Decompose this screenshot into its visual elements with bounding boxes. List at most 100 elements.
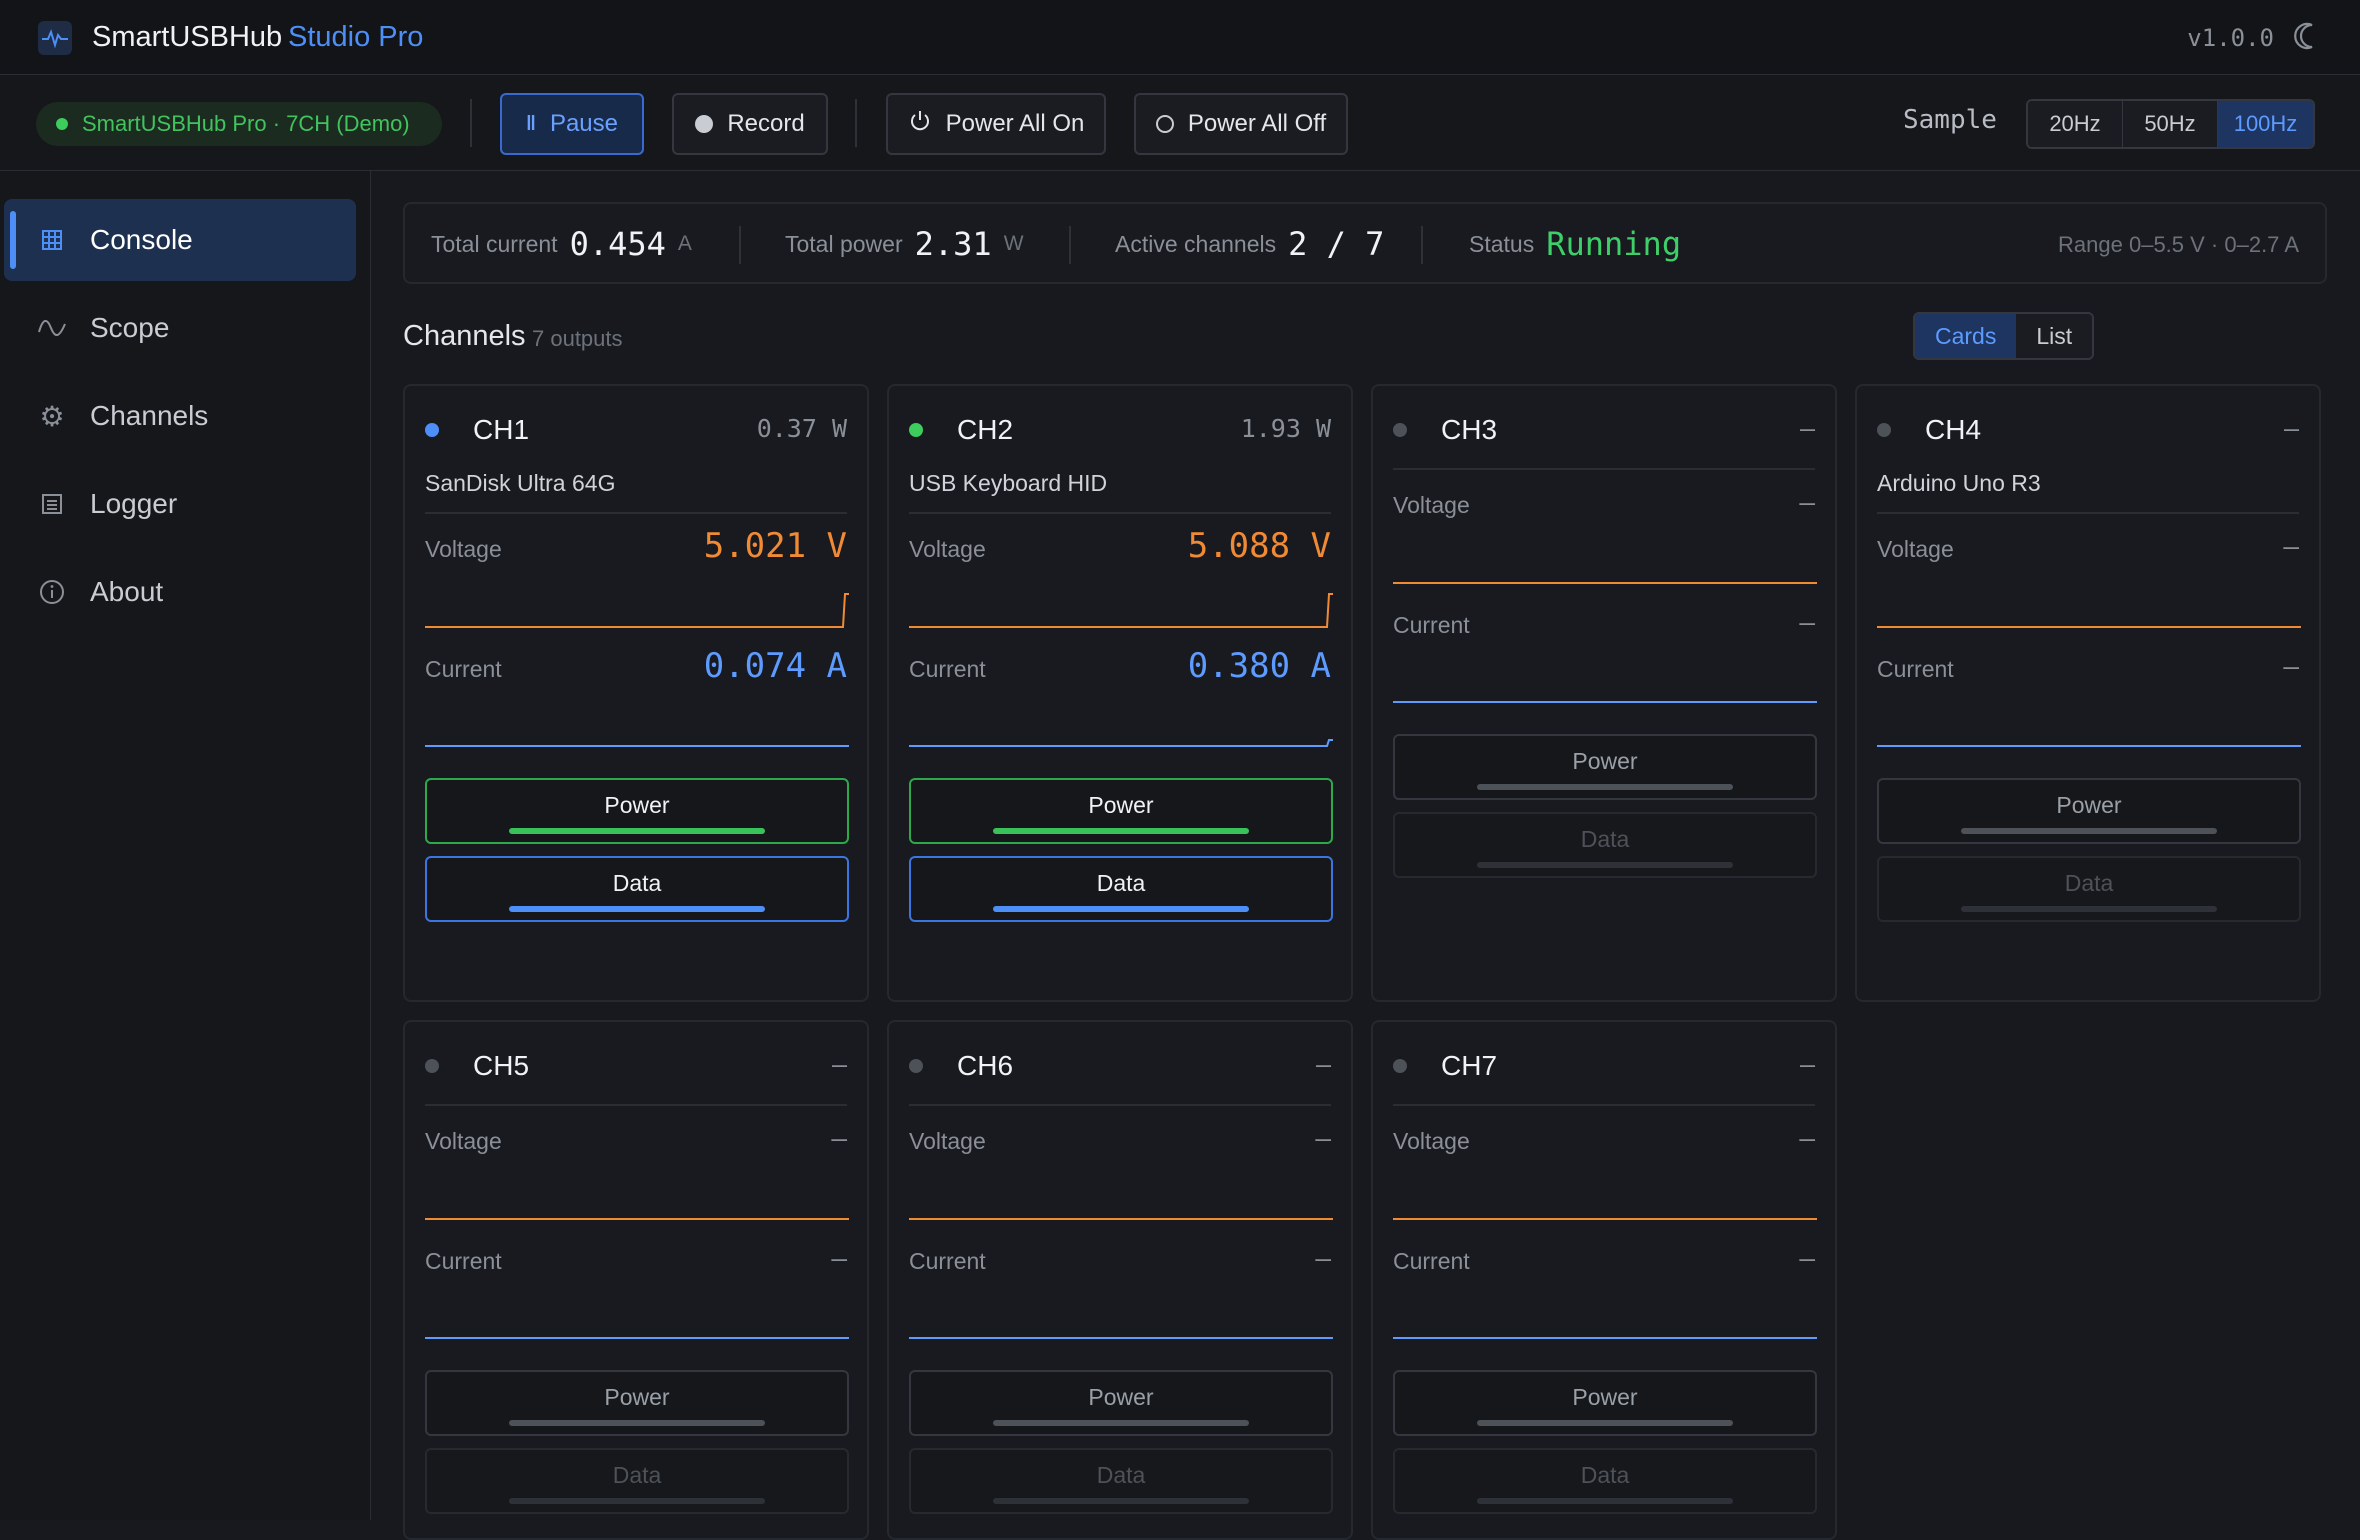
power-toggle-button[interactable]: Power	[1393, 734, 1817, 800]
record-label: Record	[727, 110, 805, 137]
rate-20hz-button[interactable]: 20Hz	[2028, 101, 2123, 147]
app-edition: Studio Pro	[288, 21, 424, 53]
channel-name: CH2	[957, 414, 1014, 445]
power-indicator	[1477, 1420, 1733, 1426]
power-all-off-button[interactable]: Power All Off	[1134, 93, 1348, 155]
data-toggle-button[interactable]: Data	[1393, 1448, 1817, 1514]
sidebar-item-label: Channels	[90, 400, 209, 431]
power-indicator	[993, 1420, 1249, 1426]
data-toggle-label: Data	[2064, 870, 2114, 896]
data-toggle-button[interactable]: Data	[1877, 856, 2301, 922]
power-toggle-button[interactable]: Power	[425, 1370, 849, 1436]
power-toggle-button[interactable]: Power	[909, 778, 1333, 844]
status-value: Running	[1546, 225, 1682, 263]
divider	[425, 1104, 847, 1106]
voltage-label: Voltage	[1393, 492, 1470, 518]
current-value: —	[1799, 1244, 1815, 1274]
list-icon	[36, 488, 68, 520]
voltage-trace	[425, 1218, 849, 1220]
rate-50hz-button[interactable]: 50Hz	[2123, 101, 2218, 147]
record-button[interactable]: Record	[672, 93, 828, 155]
sidebar-item-channels[interactable]: ⚙ Channels	[4, 375, 356, 457]
record-icon	[695, 115, 714, 133]
power-toggle-button[interactable]: Power	[1393, 1370, 1817, 1436]
gear-icon: ⚙	[39, 400, 65, 432]
data-toggle-button[interactable]: Data	[909, 856, 1333, 922]
circle-icon	[1155, 115, 1174, 133]
voltage-value: 5.088 V	[1187, 526, 1331, 566]
theme-toggle-icon[interactable]	[2286, 16, 2326, 56]
voltage-value: 5.021 V	[703, 526, 847, 566]
channel-power: —	[1315, 1050, 1331, 1079]
pause-button[interactable]: ‖ Pause	[500, 93, 644, 155]
pause-icon: ‖	[525, 112, 536, 135]
data-toggle-button[interactable]: Data	[425, 856, 849, 922]
voltage-label: Voltage	[425, 1128, 502, 1154]
voltage-label: Voltage	[1877, 536, 1954, 562]
divider	[1421, 226, 1423, 264]
channel-name: CH5	[473, 1050, 530, 1081]
voltage-trace	[425, 593, 849, 628]
channel-power: —	[831, 1050, 847, 1079]
current-trace	[909, 739, 1333, 747]
sidebar-item-about[interactable]: About	[4, 551, 356, 633]
power-all-on-button[interactable]: Power All On	[886, 93, 1106, 155]
current-value: —	[831, 1244, 847, 1274]
channel-card-ch1: CH1 0.37 W SanDisk Ultra 64G Voltage 5.0…	[403, 384, 869, 1002]
power-toggle-label: Power	[1572, 748, 1638, 774]
wave-icon	[36, 312, 68, 344]
sidebar-item-label: Scope	[90, 312, 170, 343]
cards-view-button[interactable]: Cards	[1915, 314, 2017, 358]
power-all-on-label: Power All On	[945, 110, 1085, 137]
channel-card-ch3: CH3 — Voltage — Current — Power Data	[1371, 384, 1837, 1002]
data-toggle-label: Data	[1096, 870, 1146, 896]
data-toggle-label: Data	[612, 870, 662, 896]
channel-name: CH4	[1925, 414, 1982, 445]
data-toggle-label: Data	[1580, 1462, 1630, 1488]
sidebar-item-scope[interactable]: Scope	[4, 287, 356, 369]
channel-status-dot	[1877, 423, 1891, 437]
data-indicator	[1477, 1498, 1733, 1504]
divider	[425, 512, 847, 514]
channel-power: 0.37 W	[756, 414, 847, 443]
sidebar-item-logger[interactable]: Logger	[4, 463, 356, 545]
channel-name: CH1	[473, 414, 530, 445]
current-label: Current	[1877, 656, 1954, 682]
channel-status-dot	[425, 1059, 439, 1073]
app-version: v1.0.0	[2187, 24, 2274, 52]
power-indicator	[1477, 784, 1733, 790]
summary-bar: Total current 0.454 A Total power 2.31 W…	[403, 202, 2327, 284]
channels-subtitle: 7 outputs	[532, 326, 623, 351]
sidebar-item-console[interactable]: Console	[4, 199, 356, 281]
current-trace	[1877, 745, 2301, 747]
divider	[470, 99, 472, 147]
channel-status-dot	[1393, 1059, 1407, 1073]
sample-rate-selector: 20Hz 50Hz 100Hz	[2026, 99, 2315, 149]
power-toggle-button[interactable]: Power	[909, 1370, 1333, 1436]
power-toggle-button[interactable]: Power	[1877, 778, 2301, 844]
data-indicator	[993, 1498, 1249, 1504]
power-all-off-label: Power All Off	[1187, 110, 1327, 137]
voltage-value: —	[1799, 1124, 1815, 1154]
voltage-value: —	[1315, 1124, 1331, 1154]
device-label: SmartUSBHub Pro · 7CH (Demo)	[82, 111, 410, 136]
current-value: —	[1315, 1244, 1331, 1274]
total-power-unit: W	[1003, 232, 1024, 255]
app-logo-icon	[38, 21, 72, 55]
data-toggle-button[interactable]: Data	[425, 1448, 849, 1514]
channel-power: —	[1799, 414, 1815, 443]
total-current-unit: A	[677, 232, 692, 255]
rate-100hz-button[interactable]: 100Hz	[2218, 101, 2313, 147]
data-indicator	[509, 1498, 765, 1504]
channel-card-ch6: CH6 — Voltage — Current — Power Data	[887, 1020, 1353, 1540]
channel-card-ch4: CH4 — Arduino Uno R3 Voltage — Current —…	[1855, 384, 2321, 1002]
data-toggle-button[interactable]: Data	[909, 1448, 1333, 1514]
power-toggle-button[interactable]: Power	[425, 778, 849, 844]
channel-status-dot	[909, 423, 923, 437]
voltage-trace	[1393, 582, 1817, 584]
current-label: Current	[909, 1248, 986, 1274]
list-view-button[interactable]: List	[2016, 314, 2093, 358]
data-toggle-button[interactable]: Data	[1393, 812, 1817, 878]
active-channels: Active channels 2 / 7	[1115, 204, 1384, 284]
data-indicator	[993, 906, 1249, 912]
